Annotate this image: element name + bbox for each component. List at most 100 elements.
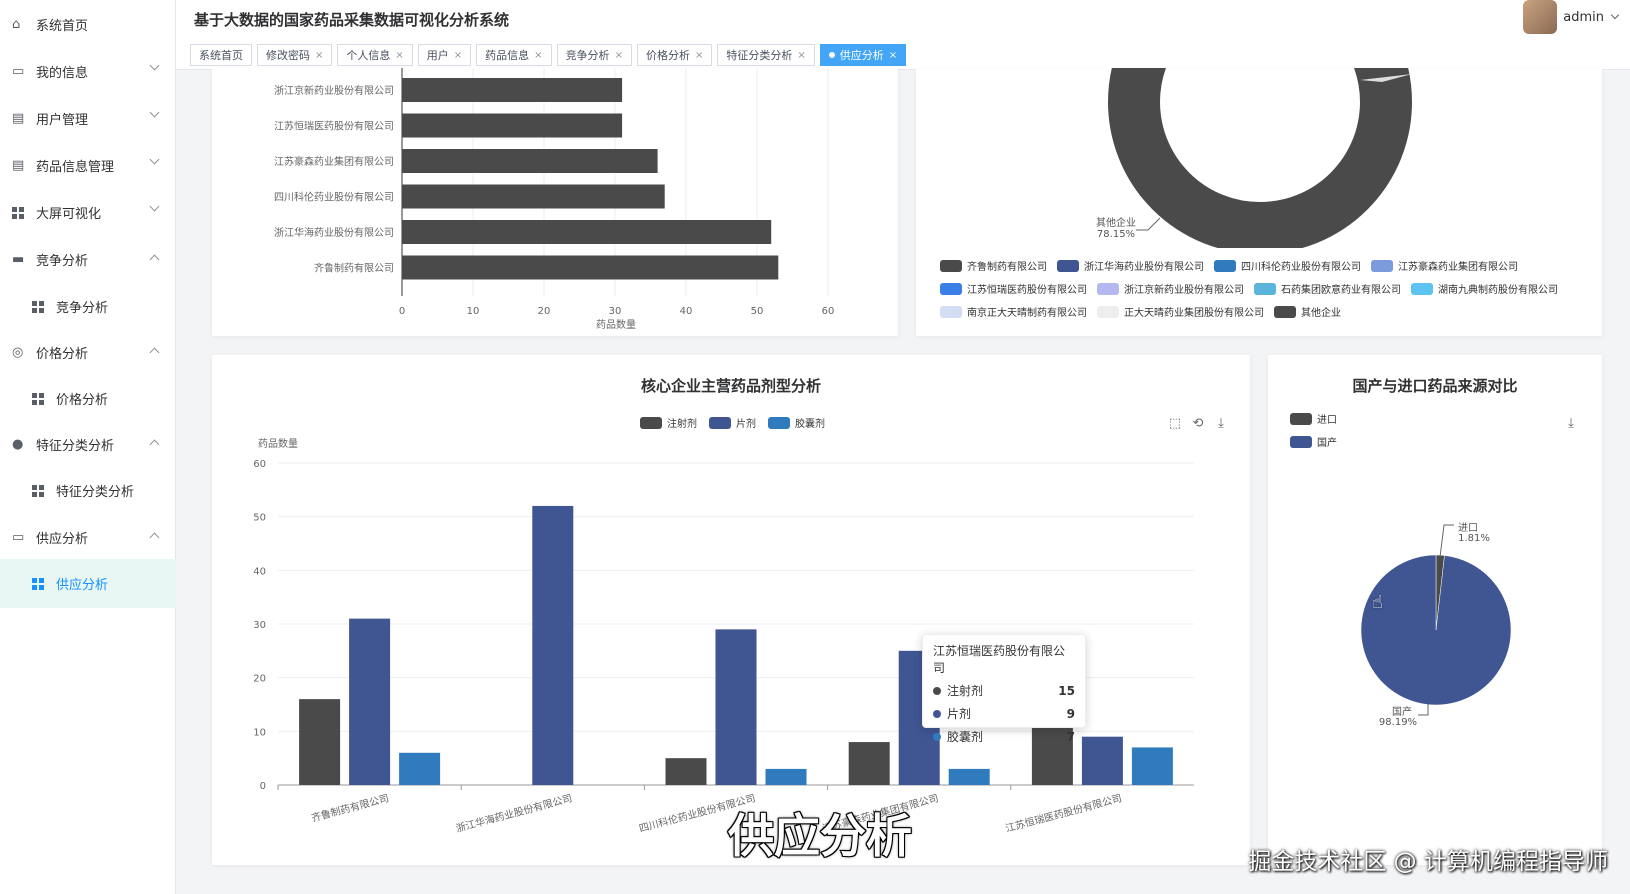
bar	[765, 768, 807, 785]
tooltip-series: 胶囊剂	[947, 730, 984, 744]
grid-cell	[32, 577, 37, 583]
legend-item[interactable]: 江苏恒瑞医药股份有限公司	[940, 281, 1087, 296]
tooltip-series: 注射剂	[947, 684, 984, 698]
legend-item[interactable]: 石药集团欧意药业有限公司	[1254, 281, 1401, 296]
tab[interactable]: 用户 ×	[417, 44, 472, 66]
tooltip-title: 江苏恒瑞医药股份有限公司	[933, 644, 1066, 675]
label-leader	[1418, 704, 1429, 716]
tick-label: 50	[253, 513, 266, 524]
chart-tooltip: 江苏恒瑞医药股份有限公司 注射剂 15 片剂 9 胶囊剂 7	[922, 634, 1086, 744]
legend-label: 四川科伦药业股份有限公司	[1241, 262, 1361, 273]
sidebar-item[interactable]: ▭ 我的信息	[0, 47, 176, 96]
legend-label: 湖南九典制药股份有限公司	[1438, 285, 1558, 296]
sidebar-item[interactable]: 竞争分析	[0, 282, 176, 331]
close-icon[interactable]: ×	[454, 50, 462, 61]
tab[interactable]: 竞争分析 ×	[556, 44, 632, 66]
legend-item[interactable]: 南京正大天晴制药有限公司	[940, 304, 1087, 319]
tab[interactable]: 价格分析 ×	[636, 44, 713, 66]
bar	[1081, 736, 1123, 785]
sidebar-item[interactable]: ▤ 药品信息管理	[0, 141, 176, 190]
grid-cell	[12, 206, 17, 212]
close-icon[interactable]: ×	[615, 50, 623, 61]
sidebar-item-label: 价格分析	[56, 393, 109, 408]
sidebar-item-label: 竞争分析	[36, 254, 89, 269]
tooltip-row: 注射剂 15	[933, 682, 1075, 699]
legend-item[interactable]: 四川科伦药业股份有限公司	[1214, 258, 1361, 273]
grid-cell	[39, 307, 44, 313]
category-label: 浙江华海药业股份有限公司	[454, 791, 573, 835]
legend-item[interactable]: 江苏豪森药业集团有限公司	[1371, 258, 1518, 273]
tick-label: 30	[253, 620, 266, 631]
tab[interactable]: 系统首页	[190, 44, 252, 66]
tick-label: 20	[253, 674, 266, 685]
sidebar: ⌂ 系统首页 ▭ 我的信息 ▤ 用户管理 ▤ 药品信息管理 大屏可视化 ▬ 竞争分析 竞争分析 ◎ 价格分…	[0, 0, 176, 894]
bar	[402, 220, 772, 244]
bar	[349, 618, 391, 785]
legend-item[interactable]: 浙江华海药业股份有限公司	[1057, 258, 1204, 273]
legend-item[interactable]: 正大天晴药业集团股份有限公司	[1097, 304, 1264, 319]
sidebar-item[interactable]: ▬ 竞争分析	[0, 235, 176, 284]
tooltip-value: 9	[1066, 706, 1075, 721]
tick-label: 10	[253, 727, 266, 738]
legend-label: 江苏恒瑞医药股份有限公司	[967, 285, 1087, 296]
pie-slice	[1360, 554, 1512, 706]
grid-cell	[32, 491, 37, 497]
tab[interactable]: 修改密码 ×	[257, 44, 333, 66]
sidebar-item[interactable]: ● 特征分类分析	[0, 420, 176, 469]
bar	[402, 255, 779, 280]
sidebar-item-label: 供应分析	[36, 532, 89, 547]
legend-item[interactable]: 浙江京新药业股份有限公司	[1097, 281, 1244, 296]
grid-cell	[19, 206, 24, 212]
bar	[402, 149, 658, 173]
close-icon[interactable]: ×	[534, 50, 542, 61]
user-menu[interactable]: admin	[1523, 0, 1620, 34]
category-label: 齐鲁制药有限公司	[314, 262, 394, 275]
sidebar-item[interactable]: ◎ 价格分析	[0, 328, 176, 377]
grid-cell	[39, 300, 44, 306]
bar	[402, 113, 623, 138]
chevron-up-icon	[149, 254, 160, 265]
tick-label: 60	[253, 459, 266, 470]
legend-item[interactable]: 湖南九典制药股份有限公司	[1411, 281, 1558, 296]
tick-label: 40	[680, 306, 693, 317]
tab[interactable]: 特征分类分析 ×	[717, 44, 815, 66]
legend-label: 江苏豪森药业集团有限公司	[1398, 262, 1518, 273]
sidebar-item-label: 我的信息	[36, 66, 89, 81]
sidebar-item[interactable]: ▤ 用户管理	[0, 94, 176, 143]
sidebar-item[interactable]: ▭ 供应分析	[0, 513, 176, 562]
tab[interactable]: 个人信息 ×	[337, 44, 413, 66]
legend-item[interactable]: 齐鲁制药有限公司	[940, 258, 1047, 273]
legend-item[interactable]: 其他企业	[1274, 304, 1341, 319]
x-axis-label: 药品数量	[596, 318, 636, 331]
tab-label: 价格分析	[645, 49, 690, 62]
sidebar-item[interactable]: 特征分类分析	[0, 466, 176, 515]
tooltip-row: 片剂 9	[933, 705, 1075, 722]
avatar[interactable]	[1523, 0, 1558, 34]
close-icon[interactable]: ×	[315, 50, 323, 61]
grid-cell	[32, 392, 37, 398]
chevron-up-icon	[149, 347, 160, 358]
tab[interactable]: 药品信息 ×	[476, 44, 552, 66]
sidebar-item[interactable]: ⌂ 系统首页	[0, 0, 176, 49]
card-icon: ▭	[12, 63, 25, 79]
pointer-cursor-icon: ☝	[1372, 592, 1383, 613]
chevron-up-icon	[149, 439, 160, 450]
close-icon[interactable]: ×	[797, 50, 805, 61]
sidebar-item[interactable]: 价格分析	[0, 374, 176, 423]
chevron-down-icon	[149, 201, 160, 212]
legend-label: 其他企业	[1301, 308, 1341, 319]
dosage-form-card: 核心企业主营药品剂型分析 注射剂 片剂 胶囊剂 ⬚ ⟲ ⤓ 药品数量 0 10 20 30 4…	[212, 355, 1250, 865]
sidebar-item[interactable]: 供应分析	[0, 559, 176, 608]
tab-label: 系统首页	[199, 49, 243, 62]
close-icon[interactable]: ×	[395, 50, 403, 61]
series-dot-icon	[933, 709, 941, 718]
tab[interactable]: 供应分析 ×	[819, 44, 907, 66]
close-icon[interactable]: ×	[889, 50, 897, 61]
tab-label: 药品信息	[485, 49, 530, 62]
legend-swatch	[1057, 259, 1079, 272]
bar	[532, 505, 574, 785]
close-icon[interactable]: ×	[695, 50, 703, 61]
sidebar-item[interactable]: 大屏可视化	[0, 188, 176, 237]
sidebar-item-label: 竞争分析	[56, 301, 109, 316]
market-share-card: 其他企业 78.15% 齐鲁制药有限公司 浙江华海药业股份有限公司 四川科伦药业股份有…	[916, 68, 1602, 336]
